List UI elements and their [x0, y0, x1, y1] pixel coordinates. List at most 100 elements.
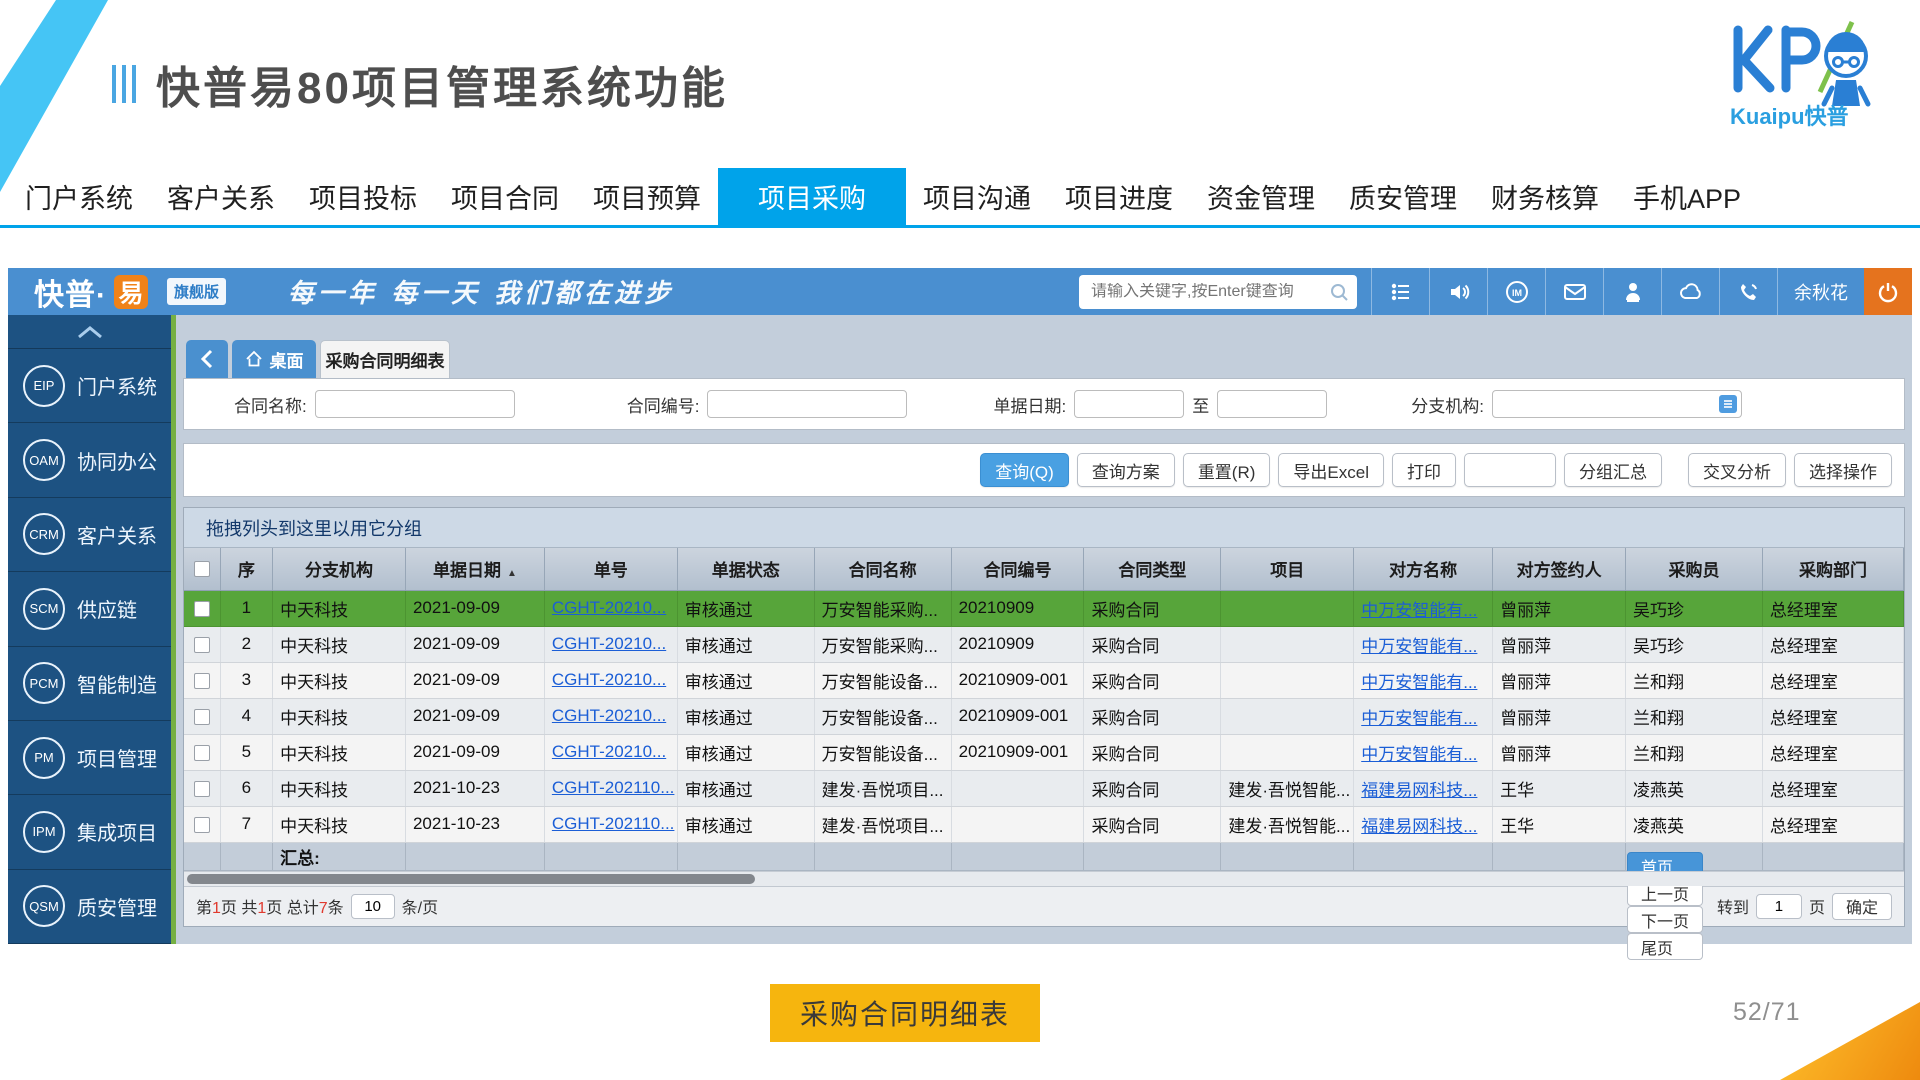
column-header-project[interactable]: 项目 — [1221, 548, 1354, 590]
tab-purchase-contract-detail[interactable]: 采购合同明细表 — [320, 340, 450, 378]
table-row[interactable]: 2中天科技2021-09-09CGHT-20210...审核通过万安智能采购..… — [184, 626, 1904, 662]
tab-back-button[interactable] — [186, 340, 228, 378]
sidebar-item-qsm[interactable]: QSM质安管理 — [8, 870, 171, 944]
nav-item-项目沟通[interactable]: 项目沟通 — [906, 168, 1048, 225]
row-checkbox[interactable] — [194, 637, 210, 653]
row-checkbox[interactable] — [194, 781, 210, 797]
party-link[interactable]: 中万安智能有... — [1361, 745, 1477, 764]
column-header-signer[interactable]: 对方签约人 — [1493, 548, 1626, 590]
toolbar-button-查询方案[interactable]: 查询方案 — [1077, 453, 1175, 487]
column-header-buyer[interactable]: 采购员 — [1626, 548, 1763, 590]
scrollbar-thumb[interactable] — [187, 874, 755, 884]
pager-button-下一页[interactable]: 下一页 — [1627, 906, 1703, 933]
sidebar-item-ipm[interactable]: IPM集成项目 — [8, 795, 171, 869]
sidebar-item-eip[interactable]: EIP门户系统 — [8, 349, 171, 423]
select-all-checkbox[interactable] — [194, 561, 210, 577]
cloud-icon[interactable] — [1661, 268, 1719, 315]
page-size-input[interactable] — [351, 894, 395, 919]
column-header-dept[interactable]: 采购部门 — [1762, 548, 1903, 590]
row-checkbox[interactable] — [194, 709, 210, 725]
sidebar-item-pm[interactable]: PM项目管理 — [8, 721, 171, 795]
column-header-date[interactable]: 单据日期▲ — [405, 548, 544, 590]
table-row[interactable]: 1中天科技2021-09-09CGHT-20210...审核通过万安智能采购..… — [184, 590, 1904, 626]
search-input[interactable] — [1091, 283, 1329, 301]
row-checkbox[interactable] — [194, 601, 210, 617]
toolbar-button-重置(R)[interactable]: 重置(R) — [1183, 453, 1271, 487]
contract-name-input[interactable] — [315, 390, 515, 418]
branch-input[interactable] — [1492, 390, 1742, 418]
column-header-name[interactable]: 合同名称 — [814, 548, 951, 590]
goto-page-input[interactable] — [1756, 894, 1802, 919]
sidebar-item-crm[interactable]: CRM客户关系 — [8, 498, 171, 572]
phone-icon[interactable] — [1719, 268, 1777, 315]
doc-link[interactable]: CGHT-20210... — [552, 742, 666, 761]
nav-item-项目采购[interactable]: 项目采购 — [718, 168, 906, 225]
table-row[interactable]: 3中天科技2021-09-09CGHT-20210...审核通过万安智能设备..… — [184, 662, 1904, 698]
party-link[interactable]: 中万安智能有... — [1361, 637, 1477, 656]
sidebar-item-pcm[interactable]: PCM智能制造 — [8, 647, 171, 721]
nav-item-门户系统[interactable]: 门户系统 — [8, 168, 150, 225]
nav-item-资金管理[interactable]: 资金管理 — [1190, 168, 1332, 225]
pager-button-尾页[interactable]: 尾页 — [1627, 933, 1703, 960]
column-header-doc[interactable]: 单号 — [544, 548, 677, 590]
nav-item-客户关系[interactable]: 客户关系 — [150, 168, 292, 225]
row-checkbox[interactable] — [194, 817, 210, 833]
contract-code-input[interactable] — [707, 390, 907, 418]
branch-picker-icon[interactable] — [1719, 395, 1737, 413]
sidebar-item-scm[interactable]: SCM供应链 — [8, 572, 171, 646]
doc-link[interactable]: CGHT-202110... — [552, 778, 675, 797]
toolbar-button-blank[interactable] — [1464, 453, 1556, 487]
nav-item-项目进度[interactable]: 项目进度 — [1048, 168, 1190, 225]
nav-item-财务核算[interactable]: 财务核算 — [1474, 168, 1616, 225]
nav-item-项目投标[interactable]: 项目投标 — [292, 168, 434, 225]
column-header-seq[interactable]: 序 — [220, 548, 272, 590]
contact-icon[interactable] — [1603, 268, 1661, 315]
party-link[interactable]: 福建易网科技... — [1361, 781, 1477, 800]
party-link[interactable]: 福建易网科技... — [1361, 817, 1477, 836]
group-by-bar[interactable]: 拖拽列头到这里以用它分组 — [184, 508, 1904, 548]
im-icon[interactable]: IM — [1487, 268, 1545, 315]
doc-link[interactable]: CGHT-20210... — [552, 706, 666, 725]
menu-list-icon[interactable] — [1371, 268, 1429, 315]
doc-link[interactable]: CGHT-20210... — [552, 670, 666, 689]
current-user[interactable]: 余秋花 — [1777, 268, 1864, 315]
doc-link[interactable]: CGHT-20210... — [552, 598, 666, 617]
toolbar-button-导出Excel[interactable]: 导出Excel — [1278, 453, 1384, 487]
toolbar-button-分组汇总[interactable]: 分组汇总 — [1564, 453, 1662, 487]
toolbar-button-查询(Q)[interactable]: 查询(Q) — [980, 453, 1069, 487]
search-icon[interactable] — [1329, 282, 1349, 302]
date-to-input[interactable] — [1217, 390, 1327, 418]
speaker-icon[interactable] — [1429, 268, 1487, 315]
doc-link[interactable]: CGHT-20210... — [552, 634, 666, 653]
column-header-code[interactable]: 合同编号 — [951, 548, 1084, 590]
table-row[interactable]: 6中天科技2021-10-23CGHT-202110...审核通过建发·吾悦项目… — [184, 770, 1904, 806]
mail-icon[interactable] — [1545, 268, 1603, 315]
nav-item-项目预算[interactable]: 项目预算 — [576, 168, 718, 225]
row-checkbox[interactable] — [194, 673, 210, 689]
date-from-input[interactable] — [1074, 390, 1184, 418]
logout-power-button[interactable] — [1864, 268, 1912, 315]
table-row[interactable]: 7中天科技2021-10-23CGHT-202110...审核通过建发·吾悦项目… — [184, 806, 1904, 842]
table-row[interactable]: 5中天科技2021-09-09CGHT-20210...审核通过万安智能设备..… — [184, 734, 1904, 770]
nav-item-项目合同[interactable]: 项目合同 — [434, 168, 576, 225]
column-header-status[interactable]: 单据状态 — [677, 548, 814, 590]
doc-link[interactable]: CGHT-202110... — [552, 814, 675, 833]
tab-desktop[interactable]: 桌面 — [232, 340, 316, 378]
table-row[interactable]: 4中天科技2021-09-09CGHT-20210...审核通过万安智能设备..… — [184, 698, 1904, 734]
sidebar-item-oam[interactable]: OAM协同办公 — [8, 423, 171, 497]
horizontal-scrollbar[interactable] — [184, 871, 1904, 886]
column-header-party[interactable]: 对方名称 — [1354, 548, 1493, 590]
sidebar-collapse-button[interactable] — [8, 315, 171, 349]
toolbar-button-选择操作[interactable]: 选择操作 — [1794, 453, 1892, 487]
nav-item-质安管理[interactable]: 质安管理 — [1332, 168, 1474, 225]
party-link[interactable]: 中万安智能有... — [1361, 673, 1477, 692]
party-link[interactable]: 中万安智能有... — [1361, 601, 1477, 620]
toolbar-button-交叉分析[interactable]: 交叉分析 — [1688, 453, 1786, 487]
confirm-button[interactable]: 确定 — [1832, 893, 1892, 920]
column-header-type[interactable]: 合同类型 — [1084, 548, 1221, 590]
toolbar-button-打印[interactable]: 打印 — [1392, 453, 1456, 487]
nav-item-手机APP[interactable]: 手机APP — [1616, 168, 1758, 225]
column-header-branch[interactable]: 分支机构 — [273, 548, 406, 590]
row-checkbox[interactable] — [194, 745, 210, 761]
party-link[interactable]: 中万安智能有... — [1361, 709, 1477, 728]
